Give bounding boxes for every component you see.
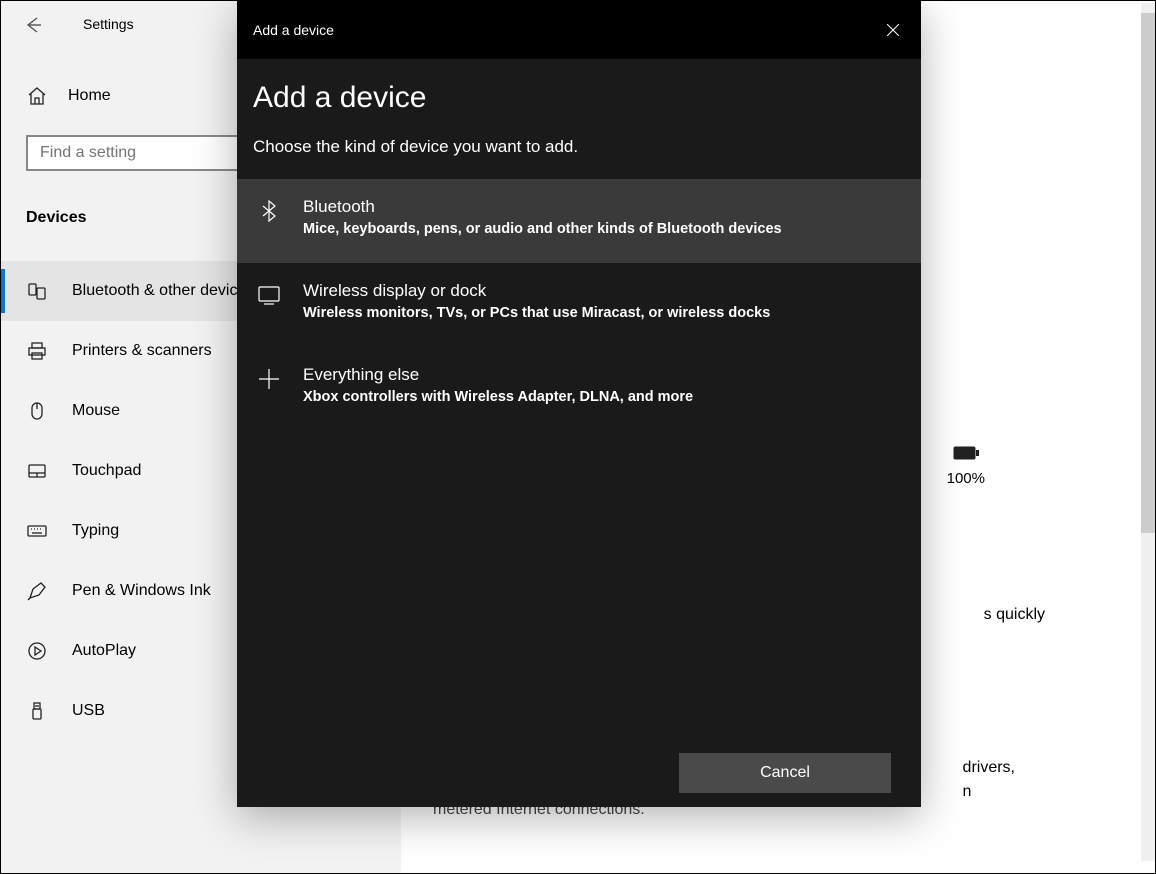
sidebar-item-label: Pen & Windows Ink — [72, 582, 211, 600]
plus-icon — [255, 363, 283, 391]
add-device-dialog: Add a device Add a device Choose the kin… — [237, 1, 921, 807]
bluetooth-devices-icon — [26, 280, 48, 302]
home-icon — [26, 85, 48, 107]
sidebar-item-label: USB — [72, 702, 105, 720]
back-button[interactable] — [23, 15, 43, 40]
keyboard-icon — [26, 520, 48, 542]
battery-percent: 100% — [947, 470, 985, 487]
scrollbar[interactable] — [1141, 3, 1155, 861]
text-fragment: drivers, n — [963, 756, 1015, 804]
sidebar-item-label: Bluetooth & other devices — [72, 282, 254, 300]
text-fragment: s quickly — [984, 606, 1045, 624]
sidebar-item-label: Printers & scanners — [72, 342, 212, 360]
home-label: Home — [68, 87, 111, 105]
bluetooth-icon — [255, 195, 283, 223]
option-title: Bluetooth — [303, 195, 782, 219]
option-desc: Mice, keyboards, pens, or audio and othe… — [303, 221, 782, 237]
printer-icon — [26, 340, 48, 362]
cancel-button[interactable]: Cancel — [679, 753, 891, 793]
dialog-title-bar-text: Add a device — [253, 22, 334, 38]
option-title: Everything else — [303, 363, 693, 387]
autoplay-icon — [26, 640, 48, 662]
window-title: Settings — [83, 16, 134, 32]
sidebar-item-label: Mouse — [72, 402, 120, 420]
dialog-close-button[interactable] — [865, 1, 921, 59]
option-desc: Xbox controllers with Wireless Adapter, … — [303, 389, 693, 405]
option-everything-else[interactable]: Everything else Xbox controllers with Wi… — [237, 347, 921, 431]
touchpad-icon — [26, 460, 48, 482]
usb-icon — [26, 700, 48, 722]
sidebar-item-label: AutoPlay — [72, 642, 136, 660]
dialog-heading: Add a device — [253, 81, 905, 115]
option-desc: Wireless monitors, TVs, or PCs that use … — [303, 305, 770, 321]
sidebar-item-label: Typing — [72, 522, 119, 540]
option-bluetooth[interactable]: Bluetooth Mice, keyboards, pens, or audi… — [237, 179, 921, 263]
sidebar-item-label: Touchpad — [72, 462, 141, 480]
back-arrow-icon — [23, 15, 43, 35]
scrollbar-thumb[interactable] — [1141, 13, 1155, 533]
pen-icon — [26, 580, 48, 602]
option-title: Wireless display or dock — [303, 279, 770, 303]
option-wireless-display[interactable]: Wireless display or dock Wireless monito… — [237, 263, 921, 347]
display-icon — [255, 279, 283, 307]
close-icon — [887, 24, 899, 36]
dialog-subheading: Choose the kind of device you want to ad… — [253, 137, 905, 157]
mouse-icon — [26, 400, 48, 422]
battery-icon — [953, 446, 979, 460]
